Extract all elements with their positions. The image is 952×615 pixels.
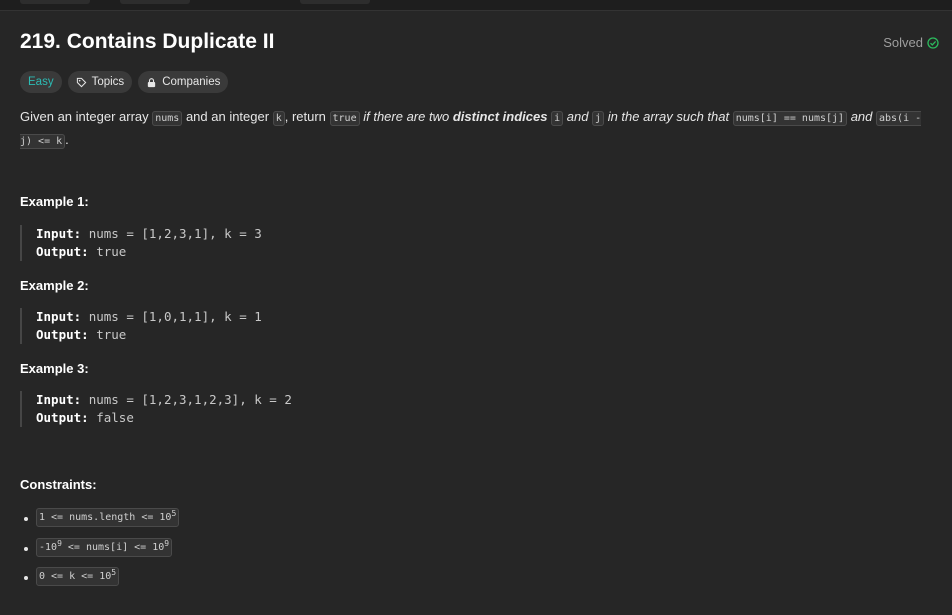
example-title: Example 3:	[20, 361, 89, 376]
exponent: 5	[111, 568, 117, 577]
constraint-text: -10	[39, 541, 58, 553]
bullet	[24, 517, 28, 521]
desc-text: and	[563, 109, 593, 124]
companies-button[interactable]: Companies	[138, 71, 229, 93]
output-label: Output:	[36, 327, 89, 342]
input-label: Input:	[36, 309, 82, 324]
example-block: Input: nums = [1,0,1,1], k = 1 Output: t…	[20, 308, 436, 344]
desc-text: and an integer	[182, 109, 273, 124]
example-title: Example 2:	[20, 278, 89, 293]
tags-row: Easy Topics Companies	[20, 71, 229, 93]
constraint-text: 0 <= k <= 10	[39, 571, 112, 582]
tag-icon	[76, 77, 86, 87]
exponent: 9	[164, 538, 170, 548]
bullet	[24, 576, 28, 580]
example-output-line: Output: true	[36, 243, 436, 261]
desc-text: and	[847, 109, 876, 124]
difficulty-label: Easy	[28, 76, 54, 88]
inline-code: j	[592, 111, 605, 126]
example-output-line: Output: true	[36, 326, 436, 344]
output-label: Output:	[36, 410, 89, 425]
lock-icon	[148, 77, 156, 87]
constraint-text: 1 <= nums.length <= 10	[39, 512, 172, 523]
input-label: Input:	[36, 226, 82, 241]
constraint-code: 1 <= nums.length <= 105	[36, 508, 180, 527]
input-value: nums = [1,0,1,1], k = 1	[88, 309, 262, 324]
inline-code: nums[i] == nums[j]	[732, 111, 848, 126]
desc-text: in the array such that	[604, 109, 733, 124]
inline-code: i	[551, 111, 564, 126]
constraints-title: Constraints:	[20, 477, 97, 492]
example-block: Input: nums = [1,2,3,1], k = 3 Output: t…	[20, 225, 436, 261]
constraint-item: -109 <= nums[i] <= 109	[24, 537, 179, 568]
desc-text: Given an integer array	[20, 109, 153, 124]
desc-text: if there are two	[359, 109, 453, 124]
constraint-item: 0 <= k <= 105	[24, 567, 179, 597]
top-bar	[0, 0, 952, 11]
example-block: Input: nums = [1,2,3,1,2,3], k = 2 Outpu…	[20, 391, 436, 427]
input-label: Input:	[36, 392, 82, 407]
desc-text: .	[65, 132, 69, 147]
input-value: nums = [1,2,3,1,2,3], k = 2	[88, 392, 292, 407]
tab-stub[interactable]	[20, 0, 90, 4]
solved-status: Solved	[883, 35, 939, 50]
companies-label: Companies	[162, 76, 221, 88]
output-value: true	[96, 244, 127, 259]
exponent: 5	[171, 509, 177, 518]
inline-code: nums	[152, 111, 183, 126]
example-output-line: Output: false	[36, 409, 436, 427]
topics-button[interactable]: Topics	[67, 71, 133, 93]
solved-label: Solved	[883, 35, 923, 50]
output-value: true	[96, 327, 127, 342]
constraint-code: 0 <= k <= 105	[36, 567, 120, 586]
tab-stub[interactable]	[300, 0, 370, 4]
output-value: false	[96, 410, 134, 425]
tab-stub[interactable]	[120, 0, 190, 4]
constraint-item: 1 <= nums.length <= 105	[24, 508, 180, 538]
check-circle-icon	[927, 36, 939, 49]
desc-text: , return	[284, 109, 330, 124]
inline-code: k	[272, 111, 285, 126]
bullet	[24, 546, 28, 551]
example-input-line: Input: nums = [1,0,1,1], k = 1	[36, 308, 436, 326]
problem-description: Given an integer array nums and an integ…	[20, 106, 938, 152]
problem-title: 219. Contains Duplicate II	[20, 30, 275, 53]
desc-bold: distinct indices	[452, 109, 548, 124]
example-title: Example 1:	[20, 194, 89, 209]
input-value: nums = [1,2,3,1], k = 3	[88, 226, 262, 241]
constraint-code: -109 <= nums[i] <= 109	[36, 537, 173, 557]
constraint-text: <= nums[i] <= 10	[61, 541, 165, 553]
inline-code: true	[329, 111, 360, 126]
topics-label: Topics	[91, 76, 125, 88]
problem-header: 219. Contains Duplicate II Solved	[20, 30, 939, 56]
output-label: Output:	[36, 244, 89, 259]
constraints-list: 1 <= nums.length <= 105 -109 <= nums[i] …	[24, 508, 180, 597]
example-input-line: Input: nums = [1,2,3,1], k = 3	[36, 225, 436, 243]
example-input-line: Input: nums = [1,2,3,1,2,3], k = 2	[36, 391, 436, 409]
difficulty-badge: Easy	[20, 71, 62, 93]
